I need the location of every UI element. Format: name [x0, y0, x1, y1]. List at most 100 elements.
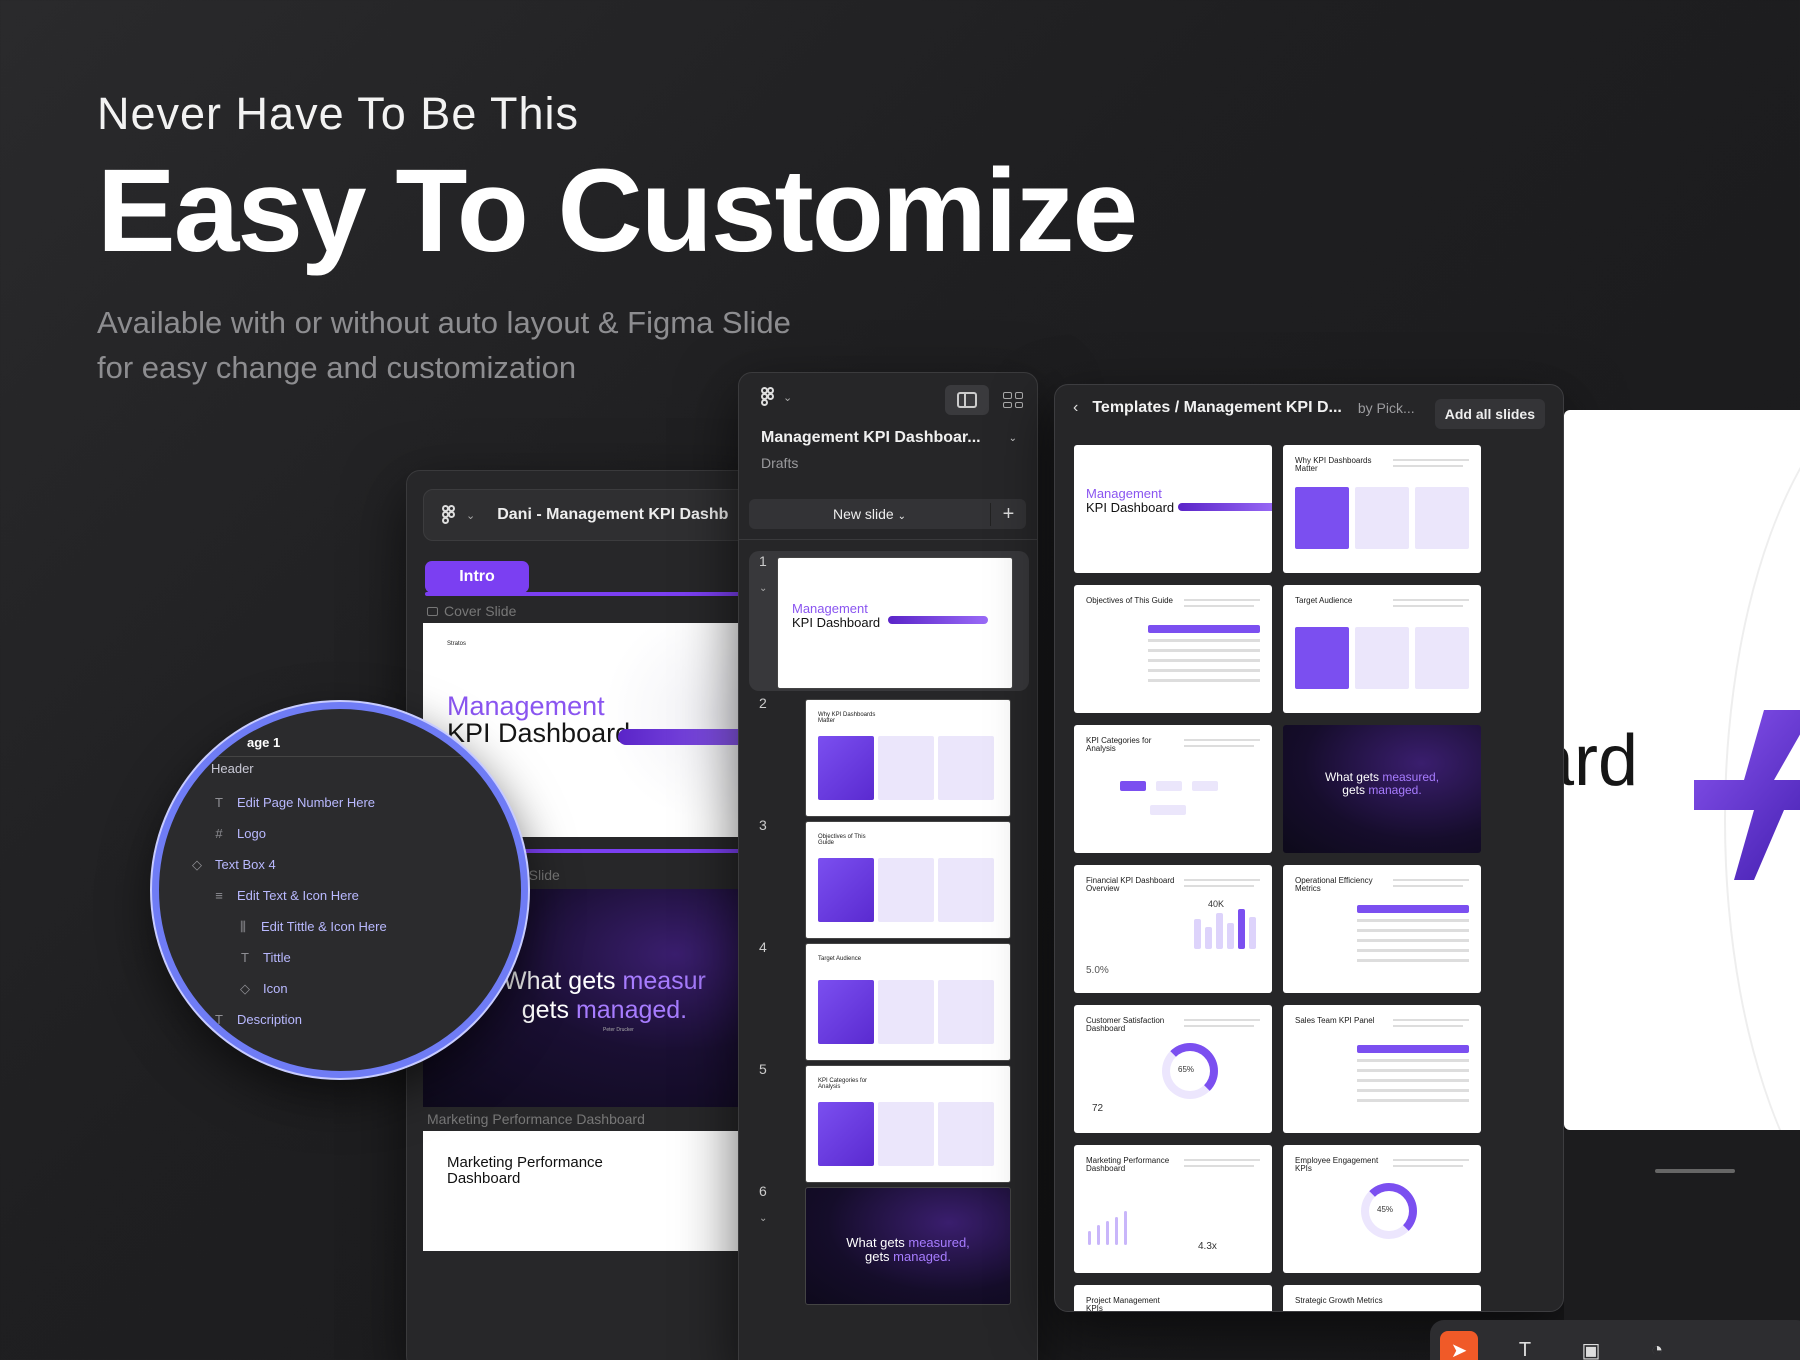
autolayout-icon: ≡ [215, 888, 223, 903]
hero-headline: Easy To Customize [97, 145, 1138, 277]
layer-row[interactable]: T Edit Page Number Here [213, 795, 375, 810]
template-card[interactable]: Operational Efficiency Metrics [1283, 865, 1481, 993]
card-title: KPI Categories for Analysis [1086, 736, 1152, 754]
text-tool-icon[interactable]: T [1506, 1331, 1544, 1360]
slide-thumbnail[interactable]: KPI Categories for Analysis [805, 1065, 1011, 1183]
thumb-title: Objectives of This Guide [818, 834, 866, 847]
new-slide-bar: New slide ⌄ + [749, 499, 1026, 529]
slide-thumbnail[interactable]: Why KPI Dashboards Matter [805, 699, 1011, 817]
grid-view-icon[interactable] [1003, 392, 1023, 408]
bottom-toolbar: ➤ T ▣ ◔ [1430, 1320, 1800, 1360]
slide-thumbnail[interactable]: What gets measured, gets managed. [805, 1187, 1011, 1305]
collapse-chevron-icon[interactable]: ⌄ [759, 583, 767, 594]
slide-number: 2 [759, 695, 767, 711]
slide-thumbnail[interactable]: Management KPI Dashboard [777, 557, 1013, 689]
chevron-down-icon[interactable]: ⌄ [1009, 433, 1017, 444]
slide-thumbnail[interactable]: Objectives of This Guide [805, 821, 1011, 939]
layer-label: Text Box 4 [215, 857, 276, 872]
slide-thumbnail[interactable]: Target Audience [805, 943, 1011, 1061]
card-title: Strategic Growth Metrics [1295, 1296, 1383, 1305]
layer-label: Edit Tittle & Icon Here [261, 919, 387, 934]
hero: Never Have To Be This Easy To Customize … [97, 88, 1138, 390]
layer-row[interactable]: T Tittle [239, 950, 291, 965]
layer-row[interactable]: T Description [213, 1012, 302, 1027]
panel-menu[interactable]: ⌄ [761, 387, 792, 407]
template-card[interactable]: Customer Satisfaction Dashboard 65% 72 [1074, 1005, 1272, 1133]
slide-number: 4 [759, 939, 767, 955]
layer-header[interactable]: Header [211, 761, 254, 776]
card-title: Objectives of This Guide [1086, 596, 1174, 605]
file-title[interactable]: Dani - Management KPI Dashb [497, 506, 728, 524]
layer-row[interactable]: ◇ Icon [239, 980, 288, 997]
template-card[interactable]: Strategic Growth Metrics [1283, 1285, 1481, 1311]
text-icon: T [215, 1012, 223, 1027]
template-card[interactable]: What gets measured, gets managed. [1283, 725, 1481, 853]
marketing-label: Marketing Performance Dashboard [427, 1111, 645, 1127]
template-card[interactable]: Sales Team KPI Panel [1283, 1005, 1481, 1133]
figma-menu-icon[interactable] [761, 387, 775, 407]
move-tool-icon[interactable]: ➤ [1440, 1331, 1478, 1360]
divider [739, 539, 1037, 540]
scroll-indicator[interactable] [1655, 1169, 1735, 1173]
card-title: Financial KPI Dashboard Overview [1086, 876, 1175, 894]
layer-label: Icon [263, 981, 288, 996]
card-title: Employee Engagement KPIs [1295, 1156, 1379, 1174]
shape-tool-icon[interactable]: ◔ [1638, 1331, 1676, 1360]
editor-toolbar: ⌄ Dani - Management KPI Dashb [423, 489, 765, 541]
template-card[interactable]: KPI Categories for Analysis [1074, 725, 1272, 853]
template-card[interactable]: Marketing Performance Dashboard 4.3x [1074, 1145, 1272, 1273]
text-icon: T [215, 795, 223, 810]
hero-kicker: Never Have To Be This [97, 88, 580, 139]
card-title: Project Management KPIs [1086, 1296, 1160, 1312]
layer-row[interactable]: # Logo [213, 826, 266, 841]
file-location[interactable]: Drafts [761, 455, 798, 471]
slide-number: 1 [759, 553, 767, 569]
frame-icon: # [215, 826, 223, 841]
layer-label: Edit Text & Icon Here [237, 888, 359, 903]
layers-page[interactable]: age 1 [247, 735, 280, 750]
templates-panel: ‹ Templates / Management KPI D... by Pic… [1054, 384, 1564, 1312]
component-icon: ◇ [192, 856, 202, 872]
slide-brand: Stratos [447, 641, 467, 647]
section-pill-intro[interactable]: Intro [425, 561, 529, 593]
marketing-slide[interactable]: Marketing Performance Dashboard [423, 1131, 765, 1251]
chevron-down-icon[interactable]: ⌄ [783, 391, 792, 404]
thumb-title: Target Audience [818, 956, 862, 962]
templates-breadcrumb[interactable]: Templates / Management KPI D... [1092, 399, 1342, 417]
chevron-down-icon[interactable]: ⌄ [466, 509, 475, 522]
figma-menu-icon[interactable] [442, 505, 456, 525]
template-card[interactable]: Project Management KPIs [1074, 1285, 1272, 1312]
hero-subtitle-line1: Available with or without auto layout & … [97, 305, 791, 340]
template-card[interactable]: Financial KPI Dashboard Overview 40K 5.0% [1074, 865, 1272, 993]
marketing-slide-title: Marketing Performance Dashboard [447, 1154, 603, 1187]
slide-number: 5 [759, 1061, 767, 1077]
back-chevron-icon[interactable]: ‹ [1073, 399, 1078, 417]
add-slide-button[interactable]: + [990, 502, 1026, 526]
template-card[interactable]: Target Audience [1283, 585, 1481, 713]
quote-text: What gets measur gets managed. [503, 967, 706, 1024]
template-card[interactable]: Objectives of This Guide [1074, 585, 1272, 713]
canvas-preview: t ard [1564, 410, 1800, 1130]
collapse-chevron-icon[interactable]: ⌄ [759, 1213, 767, 1224]
template-card[interactable]: Management KPI Dashboard [1074, 445, 1272, 573]
template-author: by Pick... [1357, 400, 1415, 416]
text-icon: T [241, 950, 249, 965]
file-name[interactable]: Management KPI Dashboar... [761, 429, 981, 447]
component-icon: ◇ [240, 980, 250, 996]
card-title: Management KPI Dashboard [1086, 486, 1175, 515]
layer-row[interactable]: ≡ Edit Text & Icon Here [213, 888, 359, 903]
template-card[interactable]: Why KPI Dashboards Matter [1283, 445, 1481, 573]
slide-number: 3 [759, 817, 767, 833]
thumb-quote: What gets measured, gets managed. [846, 1235, 970, 1265]
sidebar-toggle-icon[interactable] [945, 385, 989, 415]
image-tool-icon[interactable]: ▣ [1572, 1331, 1610, 1360]
card-title: Target Audience [1295, 596, 1353, 605]
section-divider [425, 592, 765, 596]
template-card[interactable]: Employee Engagement KPIs 45% [1283, 1145, 1481, 1273]
new-slide-button[interactable]: New slide ⌄ [749, 506, 990, 522]
layer-row[interactable]: ⫼ Edit Tittle & Icon Here [237, 919, 387, 935]
layer-label: Tittle [263, 950, 291, 965]
card-title: Sales Team KPI Panel [1295, 1016, 1375, 1025]
add-all-slides-button[interactable]: Add all slides [1434, 399, 1545, 429]
layer-row[interactable]: ◇ Text Box 4 [191, 856, 276, 873]
